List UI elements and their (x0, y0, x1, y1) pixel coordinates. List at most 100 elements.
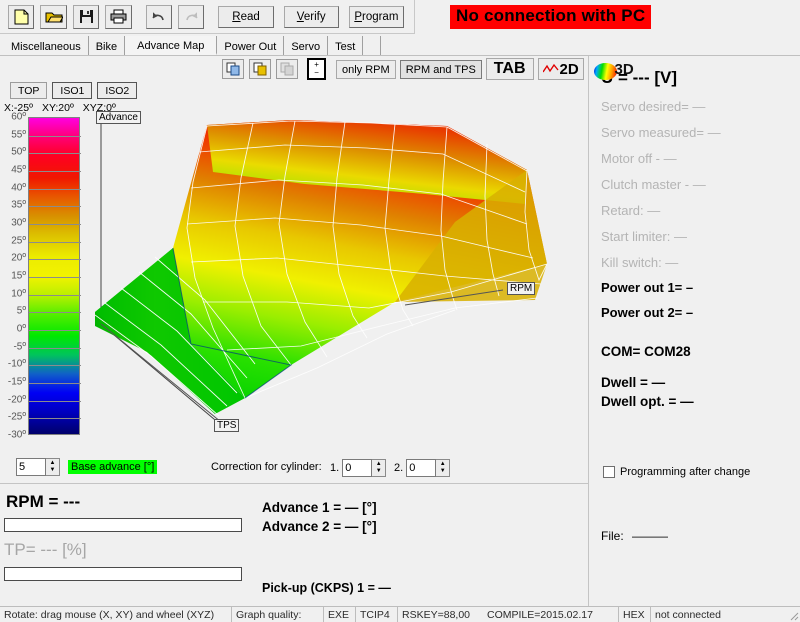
tab-advance-map[interactable]: Advance Map (125, 36, 217, 55)
view-iso1-button[interactable]: ISO1 (52, 82, 92, 99)
tab-servo[interactable]: Servo (284, 36, 328, 55)
legend-tick-label: -25º (8, 412, 26, 423)
status-graph-quality: Graph quality: (232, 607, 324, 622)
legend-tick-label: -10º (8, 359, 26, 370)
tab-view-button[interactable]: TAB (486, 58, 534, 80)
base-advance-input[interactable] (16, 458, 46, 476)
programming-after-change-row[interactable]: Programming after change (603, 466, 750, 478)
open-folder-icon (45, 10, 63, 24)
dwell-readout: Dwell = — (601, 375, 800, 390)
plus-minus-button[interactable]: + − (307, 58, 326, 80)
new-file-icon (14, 9, 29, 25)
base-advance-arrows[interactable]: ▲▼ (46, 458, 60, 476)
program-button[interactable]: Program (349, 6, 404, 28)
servo-desired-readout: Servo desired= — (601, 99, 800, 114)
tab-miscellaneous[interactable]: Miscellaneous (4, 36, 89, 55)
tab-strip-tail (363, 36, 381, 55)
cylinder-1-spinner[interactable]: ▲▼ (342, 459, 386, 477)
tab-power-out[interactable]: Power Out (217, 36, 284, 55)
pickup-ckps-readout: Pick-up (CKPS) 1 = — (262, 581, 391, 595)
axis-label-tps: TPS (214, 419, 239, 432)
legend-tick (29, 224, 81, 225)
redo-button[interactable] (178, 5, 204, 29)
waveform-icon (543, 63, 559, 76)
legend-tick-label: 10º (11, 289, 26, 300)
cylinder-2-arrows[interactable]: ▲▼ (436, 459, 450, 477)
status-tcip: TCIP4 (356, 607, 398, 622)
kill-switch-readout: Kill switch: — (601, 255, 800, 270)
dwell-opt-readout: Dwell opt. = — (601, 394, 800, 409)
tab-bike[interactable]: Bike (89, 36, 125, 55)
legend-tick (29, 418, 81, 419)
view-2d-button[interactable]: 2D (538, 58, 584, 80)
legend-tick-label: 40º (11, 183, 26, 194)
tab-test[interactable]: Test (328, 36, 363, 55)
file-row: File: ——— (601, 529, 668, 543)
legend-tick (29, 171, 81, 172)
view-top-button[interactable]: TOP (10, 82, 47, 99)
open-file-button[interactable] (40, 5, 66, 29)
view-preset-buttons: TOP ISO1 ISO2 (10, 82, 142, 99)
legend-tick (29, 383, 81, 384)
base-advance-label: Base advance [°] (68, 460, 157, 474)
legend-tick-label: 20º (11, 253, 26, 264)
legend-tick-label: -20º (8, 395, 26, 406)
rpm-readout: RPM = --- (6, 492, 80, 512)
legend-tick (29, 295, 81, 296)
legend-tick-label: 50º (11, 147, 26, 158)
only-rpm-button[interactable]: only RPM (336, 60, 396, 79)
advance-map-3d-plot[interactable]: Advance RPM TPS (95, 112, 565, 447)
com-port-readout: COM= COM28 (601, 344, 800, 359)
legend-tick-label: 25º (11, 236, 26, 247)
rainbow-surface-icon (594, 63, 617, 80)
status-compile: COMPILE=2015.02.17 (483, 607, 619, 622)
save-button[interactable] (73, 5, 99, 29)
print-icon (110, 9, 127, 24)
cylinder-1-arrows[interactable]: ▲▼ (372, 459, 386, 477)
tab-strip: Miscellaneous Bike Advance Map Power Out… (0, 36, 800, 56)
paste-icon (280, 62, 295, 76)
new-file-button[interactable] (8, 5, 34, 29)
base-advance-row: ▲▼ Base advance [°] Correction for cylin… (0, 452, 588, 484)
copy-all-icon (253, 62, 268, 76)
programming-after-change-label: Programming after change (620, 466, 750, 478)
programming-after-change-checkbox[interactable] (603, 466, 615, 478)
legend-tick-label: 5º (17, 306, 26, 317)
verify-button[interactable]: Verify (284, 6, 339, 28)
legend-tick-label: -5º (13, 342, 26, 353)
paste-button[interactable] (276, 59, 298, 79)
start-limiter-readout: Start limiter: — (601, 229, 800, 244)
rpm-and-tps-button[interactable]: RPM and TPS (400, 60, 482, 79)
advance-1-readout: Advance 1 = — [°] (262, 500, 377, 515)
cylinder-2-input[interactable] (406, 459, 436, 477)
legend-tick-label: -30º (8, 430, 26, 441)
minus-glyph: − (314, 69, 319, 77)
view-iso2-button[interactable]: ISO2 (97, 82, 137, 99)
cylinder-1-input[interactable] (342, 459, 372, 477)
legend-tick (29, 242, 81, 243)
base-advance-spinner[interactable]: ▲▼ (16, 458, 60, 476)
motor-off-readout: Motor off - — (601, 151, 800, 166)
legend-tick-label: 0º (17, 324, 26, 335)
undo-button[interactable] (146, 5, 172, 29)
legend-tick (29, 206, 81, 207)
clutch-master-readout: Clutch master - — (601, 177, 800, 192)
read-button[interactable]: Read (218, 6, 273, 28)
application-window: Read Verify Program No connection with P… (0, 0, 800, 622)
status-panel: U = --- [V] Servo desired= — Servo measu… (588, 56, 800, 606)
copy-icon (226, 62, 241, 76)
legend-tick (29, 312, 81, 313)
cylinder-2-spinner[interactable]: ▲▼ (406, 459, 450, 477)
program-label-rest: rogram (362, 11, 398, 23)
legend-tick-label: 60º (11, 112, 26, 123)
power-out-2-readout: Power out 2= – (601, 305, 800, 320)
legend-tick (29, 277, 81, 278)
surface-plot-svg[interactable] (95, 112, 565, 447)
legend-tick (29, 189, 81, 190)
status-exe: EXE (324, 607, 356, 622)
resize-grip-icon[interactable] (787, 609, 799, 621)
print-button[interactable] (105, 5, 131, 29)
copy-all-button[interactable] (249, 59, 271, 79)
copy-button[interactable] (222, 59, 244, 79)
status-hex: HEX (619, 607, 651, 622)
